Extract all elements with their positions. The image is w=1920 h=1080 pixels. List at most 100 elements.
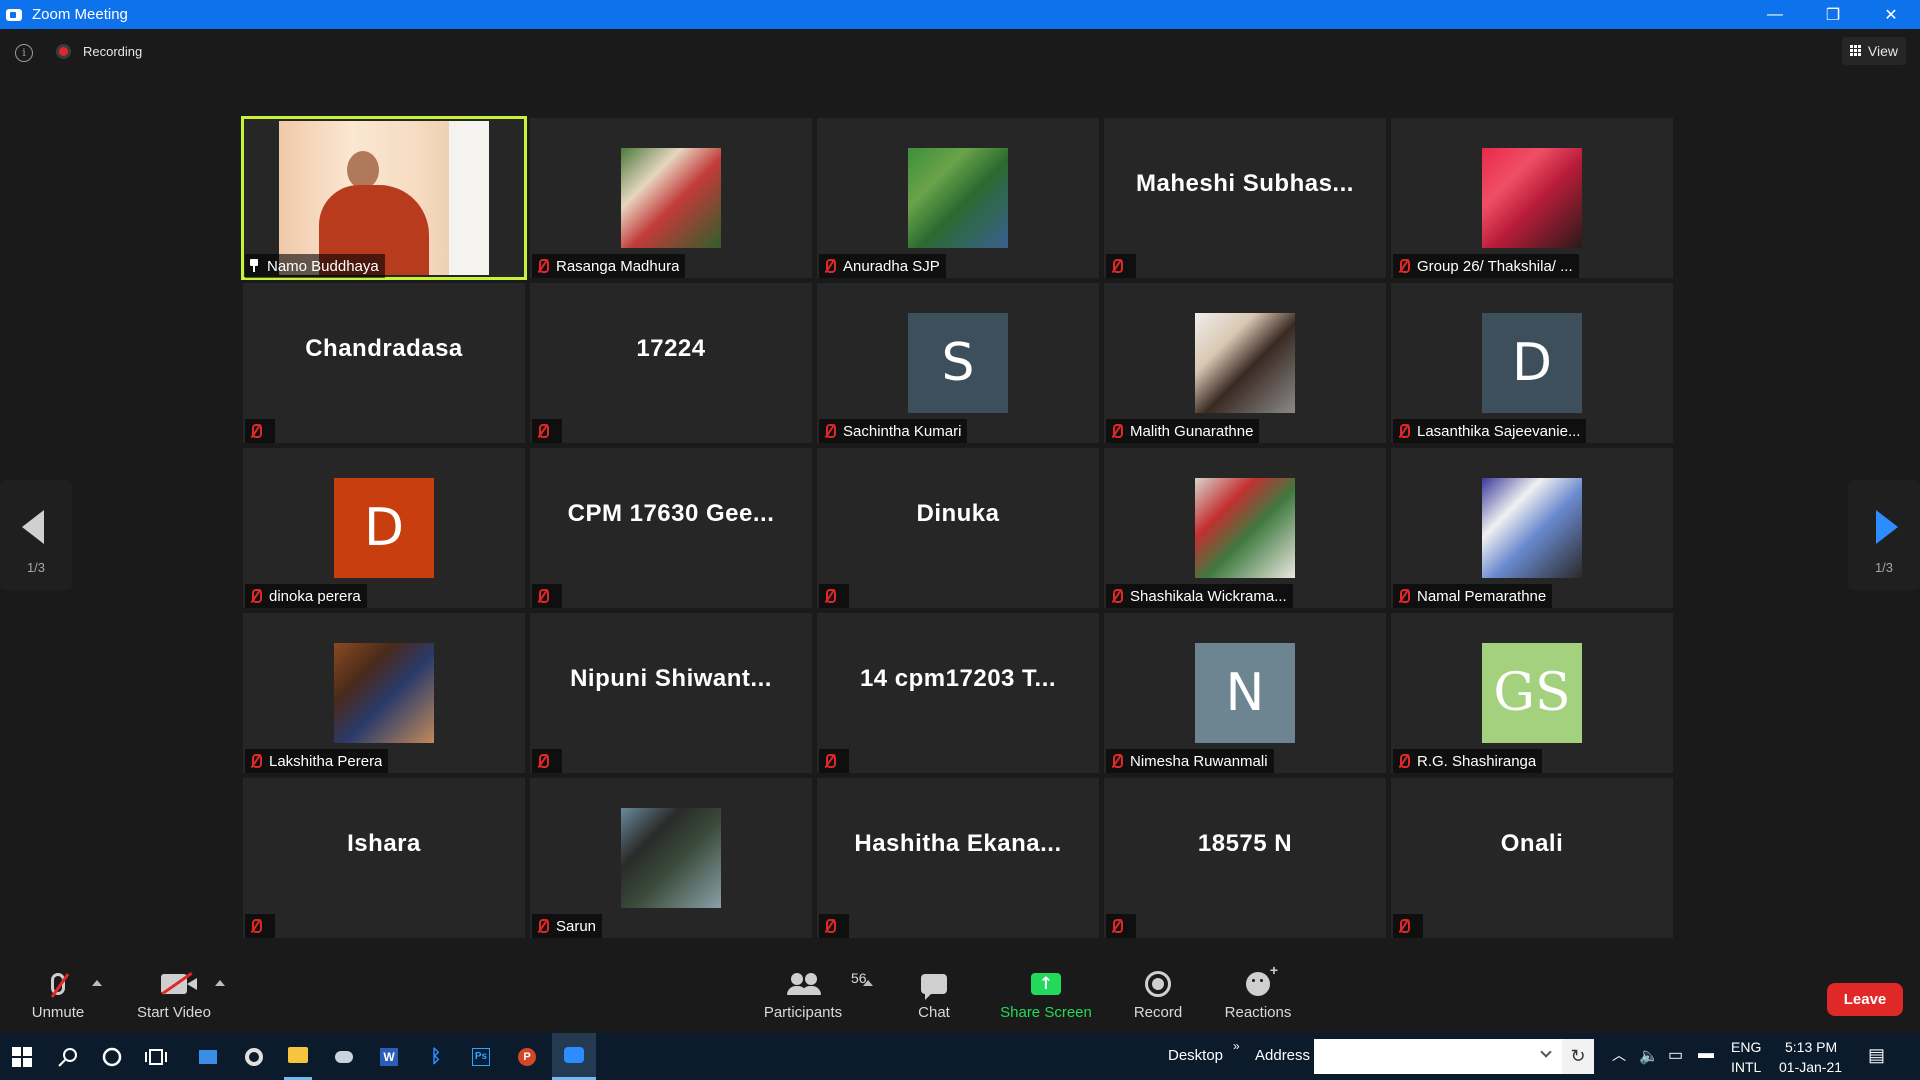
participants-button[interactable]: 56 Participants xyxy=(760,968,867,1021)
record-icon xyxy=(1145,971,1171,997)
notifications-icon[interactable]: ▤ xyxy=(1868,1045,1885,1066)
record-button[interactable]: Record xyxy=(1131,968,1185,1021)
participant-tile[interactable]: 18575 N xyxy=(1104,778,1386,938)
participant-tile[interactable]: Hashitha Ekana... xyxy=(817,778,1099,938)
participant-tile[interactable]: D Lasanthika Sajeevanie... xyxy=(1391,283,1673,443)
app-icon-monitor[interactable] xyxy=(194,1033,222,1080)
participant-tile[interactable]: Ddinoka perera xyxy=(243,448,525,608)
participant-label xyxy=(532,584,562,608)
close-button[interactable]: ✕ xyxy=(1862,0,1920,29)
participant-tile[interactable]: S Sachintha Kumari xyxy=(817,283,1099,443)
app-icon-cloud[interactable] xyxy=(330,1033,358,1080)
participant-tile[interactable]: Maheshi Subhas... xyxy=(1104,118,1386,278)
participants-options-caret[interactable] xyxy=(863,980,873,986)
participant-tile[interactable]: 14 cpm17203 T... xyxy=(817,613,1099,773)
powerpoint-icon[interactable]: P xyxy=(513,1033,541,1080)
search-icon[interactable] xyxy=(54,1033,82,1080)
volume-icon[interactable]: 🔈 xyxy=(1639,1046,1659,1066)
chat-button[interactable]: Chat xyxy=(914,968,954,1021)
cortana-icon[interactable] xyxy=(98,1033,126,1080)
restore-button[interactable]: ❐ xyxy=(1804,0,1862,29)
info-icon[interactable]: i xyxy=(15,44,33,62)
word-icon[interactable]: W xyxy=(375,1033,403,1080)
participant-label xyxy=(245,419,275,443)
participant-name: Shashikala Wickrama... xyxy=(1130,587,1287,605)
unmute-button[interactable]: Unmute xyxy=(28,968,88,1021)
participant-label: dinoka perera xyxy=(245,584,367,608)
zoom-taskbar-icon[interactable] xyxy=(552,1033,596,1080)
participant-tile[interactable]: Group 26/ Thakshila/ ... xyxy=(1391,118,1673,278)
participant-tile[interactable]: Namal Pemarathne xyxy=(1391,448,1673,608)
bluetooth-icon[interactable]: ᛒ xyxy=(422,1033,450,1080)
chevron-down-icon[interactable] xyxy=(1540,1046,1552,1058)
reactions-icon xyxy=(1246,962,1278,996)
battery-icon[interactable]: ▬ xyxy=(1698,1045,1714,1063)
participant-tile[interactable]: Ishara xyxy=(243,778,525,938)
address-input[interactable]: ↻ xyxy=(1314,1039,1594,1074)
participant-tile[interactable]: Shashikala Wickrama... xyxy=(1104,448,1386,608)
language-bottom[interactable]: INTL xyxy=(1731,1059,1761,1075)
minimize-button[interactable]: — xyxy=(1746,0,1804,29)
audio-options-caret[interactable] xyxy=(92,980,102,986)
network-icon[interactable]: ▭ xyxy=(1668,1045,1683,1065)
next-page-button[interactable]: 1/3 xyxy=(1848,480,1920,590)
chevron-up-icon[interactable]: ︿ xyxy=(1612,1045,1626,1065)
participant-tile[interactable]: Nipuni Shiwant... xyxy=(530,613,812,773)
microphone-muted-icon xyxy=(823,919,836,933)
participant-label: Group 26/ Thakshila/ ... xyxy=(1393,254,1579,278)
profile-photo xyxy=(621,808,721,908)
photoshop-icon[interactable]: Ps xyxy=(467,1033,495,1080)
view-label: View xyxy=(1867,43,1898,59)
microphone-muted-icon xyxy=(823,424,836,438)
recording-indicator[interactable]: Recording xyxy=(56,44,142,59)
profile-photo xyxy=(1195,478,1295,578)
microphone-muted-icon xyxy=(249,754,262,768)
participant-name: Anuradha SJP xyxy=(843,257,940,275)
participant-tile[interactable]: Sarun xyxy=(530,778,812,938)
participant-tile[interactable]: Malith Gunarathne xyxy=(1104,283,1386,443)
microphone-muted-icon xyxy=(823,754,836,768)
desktop-toolbar-label[interactable]: Desktop xyxy=(1168,1047,1223,1064)
video-options-caret[interactable] xyxy=(215,980,225,986)
task-view-icon[interactable] xyxy=(142,1033,170,1080)
participant-tile[interactable]: Rasanga Madhura xyxy=(530,118,812,278)
participant-tile[interactable]: Lakshitha Perera xyxy=(243,613,525,773)
participant-name: dinoka perera xyxy=(269,587,361,605)
clock-date[interactable]: 01-Jan-21 xyxy=(1779,1059,1842,1075)
microphone-muted-icon xyxy=(1397,589,1410,603)
participant-tile[interactable]: Chandradasa xyxy=(243,283,525,443)
start-video-label: Start Video xyxy=(137,1004,211,1021)
participant-label xyxy=(532,749,562,773)
participant-tile[interactable]: CPM 17630 Gee... xyxy=(530,448,812,608)
profile-photo xyxy=(1482,478,1582,578)
participant-tile[interactable]: Onali xyxy=(1391,778,1673,938)
language-top[interactable]: ENG xyxy=(1731,1039,1761,1055)
participant-label: Shashikala Wickrama... xyxy=(1106,584,1293,608)
refresh-icon[interactable]: ↻ xyxy=(1562,1039,1594,1074)
participant-tile[interactable]: N Nimesha Ruwanmali xyxy=(1104,613,1386,773)
participant-tile[interactable]: Anuradha SJP xyxy=(817,118,1099,278)
participant-video xyxy=(279,121,489,275)
app-icon-chrome[interactable] xyxy=(240,1033,268,1080)
reactions-button[interactable]: Reactions xyxy=(1223,962,1293,1021)
avatar: D xyxy=(334,478,434,578)
windows-start-icon[interactable] xyxy=(8,1033,36,1080)
leave-button[interactable]: Leave xyxy=(1827,983,1903,1016)
window-title: Zoom Meeting xyxy=(32,6,128,23)
previous-page-button[interactable]: 1/3 xyxy=(0,480,72,590)
microphone-muted-icon xyxy=(1397,424,1410,438)
participant-tile[interactable]: 17224 xyxy=(530,283,812,443)
double-chevron-icon[interactable]: » xyxy=(1233,1039,1240,1053)
participant-tile[interactable]: Namo Buddhaya xyxy=(241,116,527,280)
file-explorer-icon[interactable] xyxy=(284,1033,312,1080)
start-video-button[interactable]: Start Video xyxy=(133,968,215,1021)
participant-label xyxy=(245,914,275,938)
chat-icon xyxy=(921,974,947,1000)
avatar: GS xyxy=(1482,643,1582,743)
clock-time[interactable]: 5:13 PM xyxy=(1785,1039,1837,1055)
microphone-muted-icon xyxy=(1110,424,1123,438)
view-button[interactable]: View xyxy=(1841,37,1906,65)
participant-tile[interactable]: Dinuka xyxy=(817,448,1099,608)
participant-tile[interactable]: GS R.G. Shashiranga xyxy=(1391,613,1673,773)
share-screen-button[interactable]: Share Screen xyxy=(998,968,1094,1021)
